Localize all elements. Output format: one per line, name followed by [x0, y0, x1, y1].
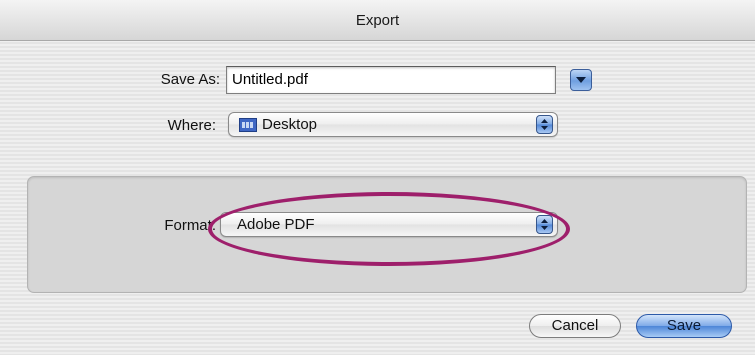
up-down-arrows-icon [541, 219, 548, 230]
up-down-arrows-icon [541, 119, 548, 130]
save-as-input[interactable]: Untitled.pdf [226, 66, 556, 94]
chevron-down-icon [576, 77, 586, 83]
cancel-button[interactable]: Cancel [529, 314, 621, 338]
format-popup-stepper[interactable] [536, 215, 553, 234]
format-label: Format: [164, 217, 216, 234]
where-popup-stepper[interactable] [536, 115, 553, 134]
where-label: Where: [167, 117, 216, 134]
desktop-folder-icon [239, 118, 257, 132]
where-value: Desktop [262, 116, 318, 133]
format-popup[interactable]: Adobe PDF [220, 212, 558, 237]
save-button[interactable]: Save [636, 314, 732, 338]
title-bar[interactable]: Export [0, 0, 755, 41]
where-popup[interactable]: Desktop [228, 112, 558, 137]
format-value: Adobe PDF [237, 216, 315, 233]
expand-dialog-button[interactable] [570, 69, 592, 91]
save-as-label: Save As: [160, 71, 220, 88]
window-title: Export [355, 11, 400, 29]
export-dialog: Export Save As: Untitled.pdf Where: Desk… [0, 0, 755, 355]
